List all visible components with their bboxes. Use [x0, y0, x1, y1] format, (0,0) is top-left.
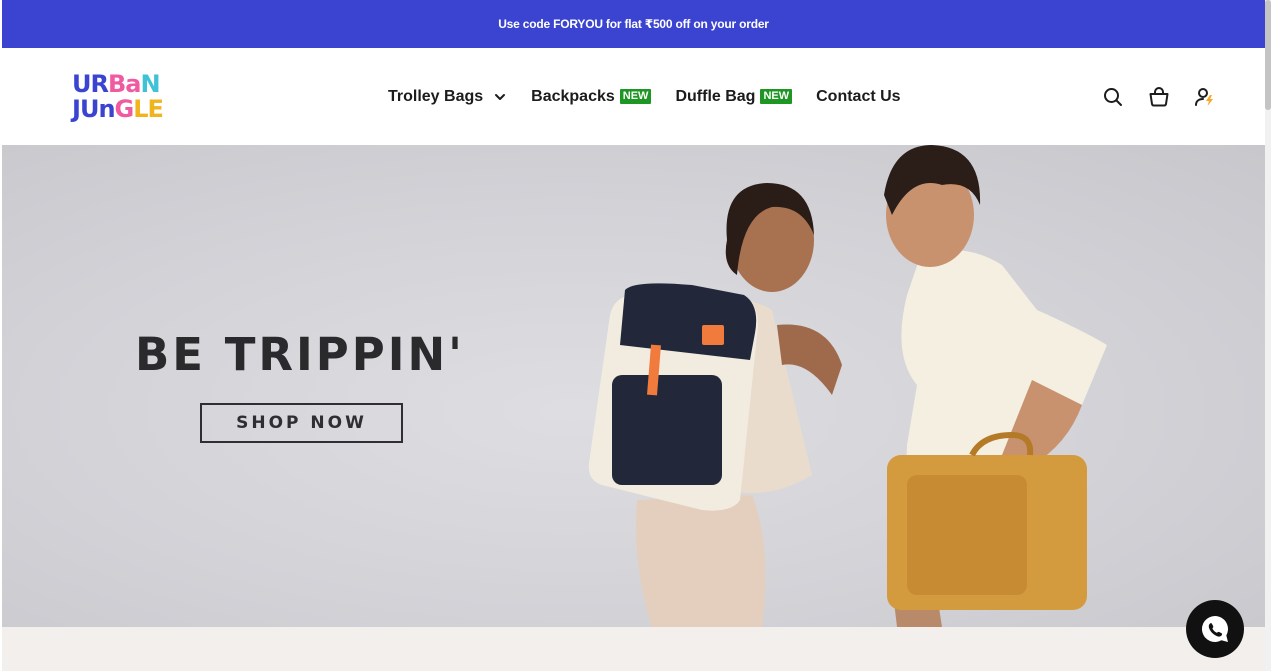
site-header: URBaN JUnGLE Trolley Bags Backpacks NEW …	[2, 48, 1265, 145]
hero-models-illustration	[588, 145, 1107, 627]
scrollbar-thumb[interactable]	[1265, 0, 1271, 110]
nav-item-trolley-bags[interactable]: Trolley Bags	[388, 88, 507, 106]
new-badge: NEW	[760, 89, 793, 104]
announcement-bar[interactable]: Use code FORYOU for flat ₹500 off on you…	[2, 0, 1265, 48]
nav-item-backpacks[interactable]: Backpacks NEW	[531, 87, 652, 106]
nav-item-duffle-bag[interactable]: Duffle Bag NEW	[675, 87, 793, 106]
hero-title: BE TRIPPIN'	[135, 328, 465, 381]
nav-item-label: Duffle Bag	[675, 87, 756, 105]
brand-logo[interactable]: URBaN JUnGLE	[50, 66, 220, 126]
bottom-section	[2, 627, 1265, 671]
cart-icon[interactable]	[1147, 85, 1171, 109]
logo-row-1: URBaN	[72, 70, 161, 98]
page: Use code FORYOU for flat ₹500 off on you…	[0, 0, 1271, 671]
nav-item-label: Trolley Bags	[388, 87, 484, 105]
announcement-text: Use code FORYOU for flat ₹500 off on you…	[498, 17, 769, 31]
nav-item-contact-us[interactable]: Contact Us	[816, 88, 900, 106]
page-scrollbar[interactable]	[1265, 0, 1271, 671]
shop-now-button[interactable]: SHOP NOW	[200, 403, 403, 443]
chevron-down-icon	[495, 93, 506, 100]
whatsapp-icon	[1201, 616, 1228, 642]
logo-row-2: JUnGLE	[72, 95, 164, 123]
whatsapp-button[interactable]	[1186, 600, 1244, 658]
nav-item-label: Contact Us	[816, 87, 901, 105]
nav-item-label: Backpacks	[531, 87, 615, 105]
account-icon[interactable]	[1193, 85, 1217, 109]
search-icon[interactable]	[1101, 85, 1125, 109]
main-nav: Trolley Bags Backpacks NEW Duffle Bag NE…	[388, 48, 901, 145]
header-icons	[1101, 85, 1217, 109]
hero-banner[interactable]: BE TRIPPIN' SHOP NOW	[2, 145, 1265, 627]
new-badge: NEW	[619, 89, 652, 104]
